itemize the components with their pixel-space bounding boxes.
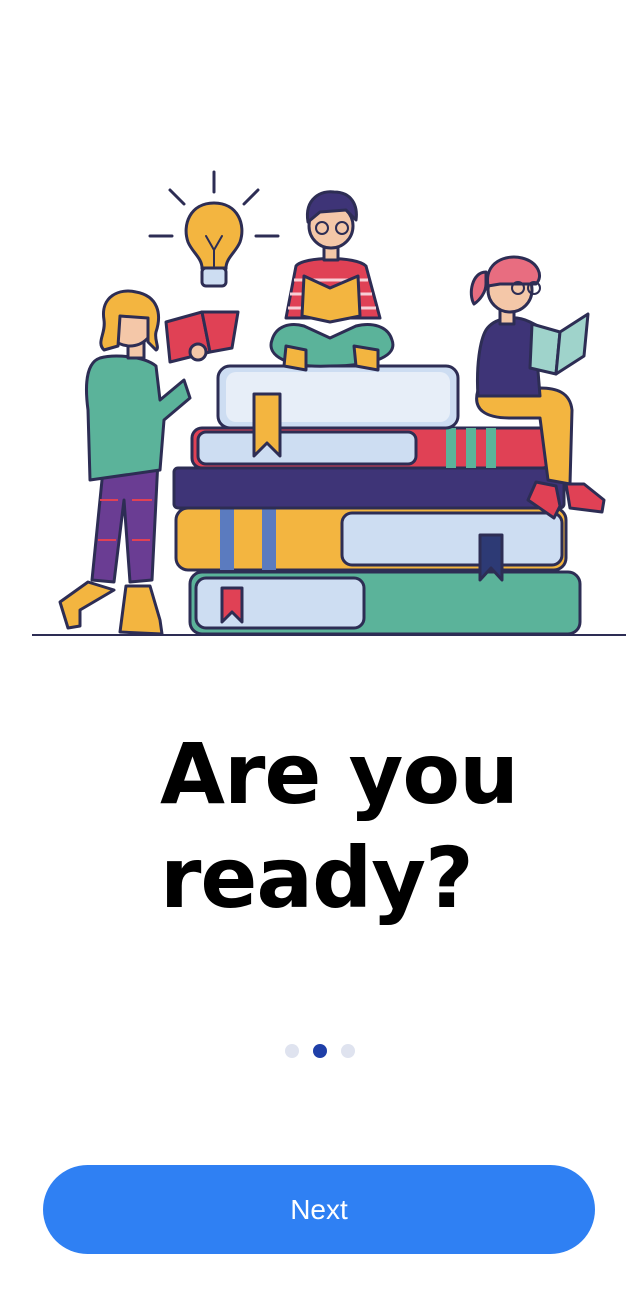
page-dot-1[interactable] <box>285 1044 299 1058</box>
lightbulb-icon <box>148 170 280 288</box>
onboarding-illustration <box>32 170 626 636</box>
headline: Are you ready? <box>160 722 620 930</box>
next-button[interactable]: Next <box>43 1165 595 1254</box>
man-sitting-figure <box>269 190 395 372</box>
page-dot-3[interactable] <box>341 1044 355 1058</box>
headline-line-2: ready? <box>160 829 474 927</box>
page-dot-2-active[interactable] <box>313 1044 327 1058</box>
page-indicator <box>0 1044 640 1058</box>
headline-line-1: Are you <box>160 725 519 823</box>
